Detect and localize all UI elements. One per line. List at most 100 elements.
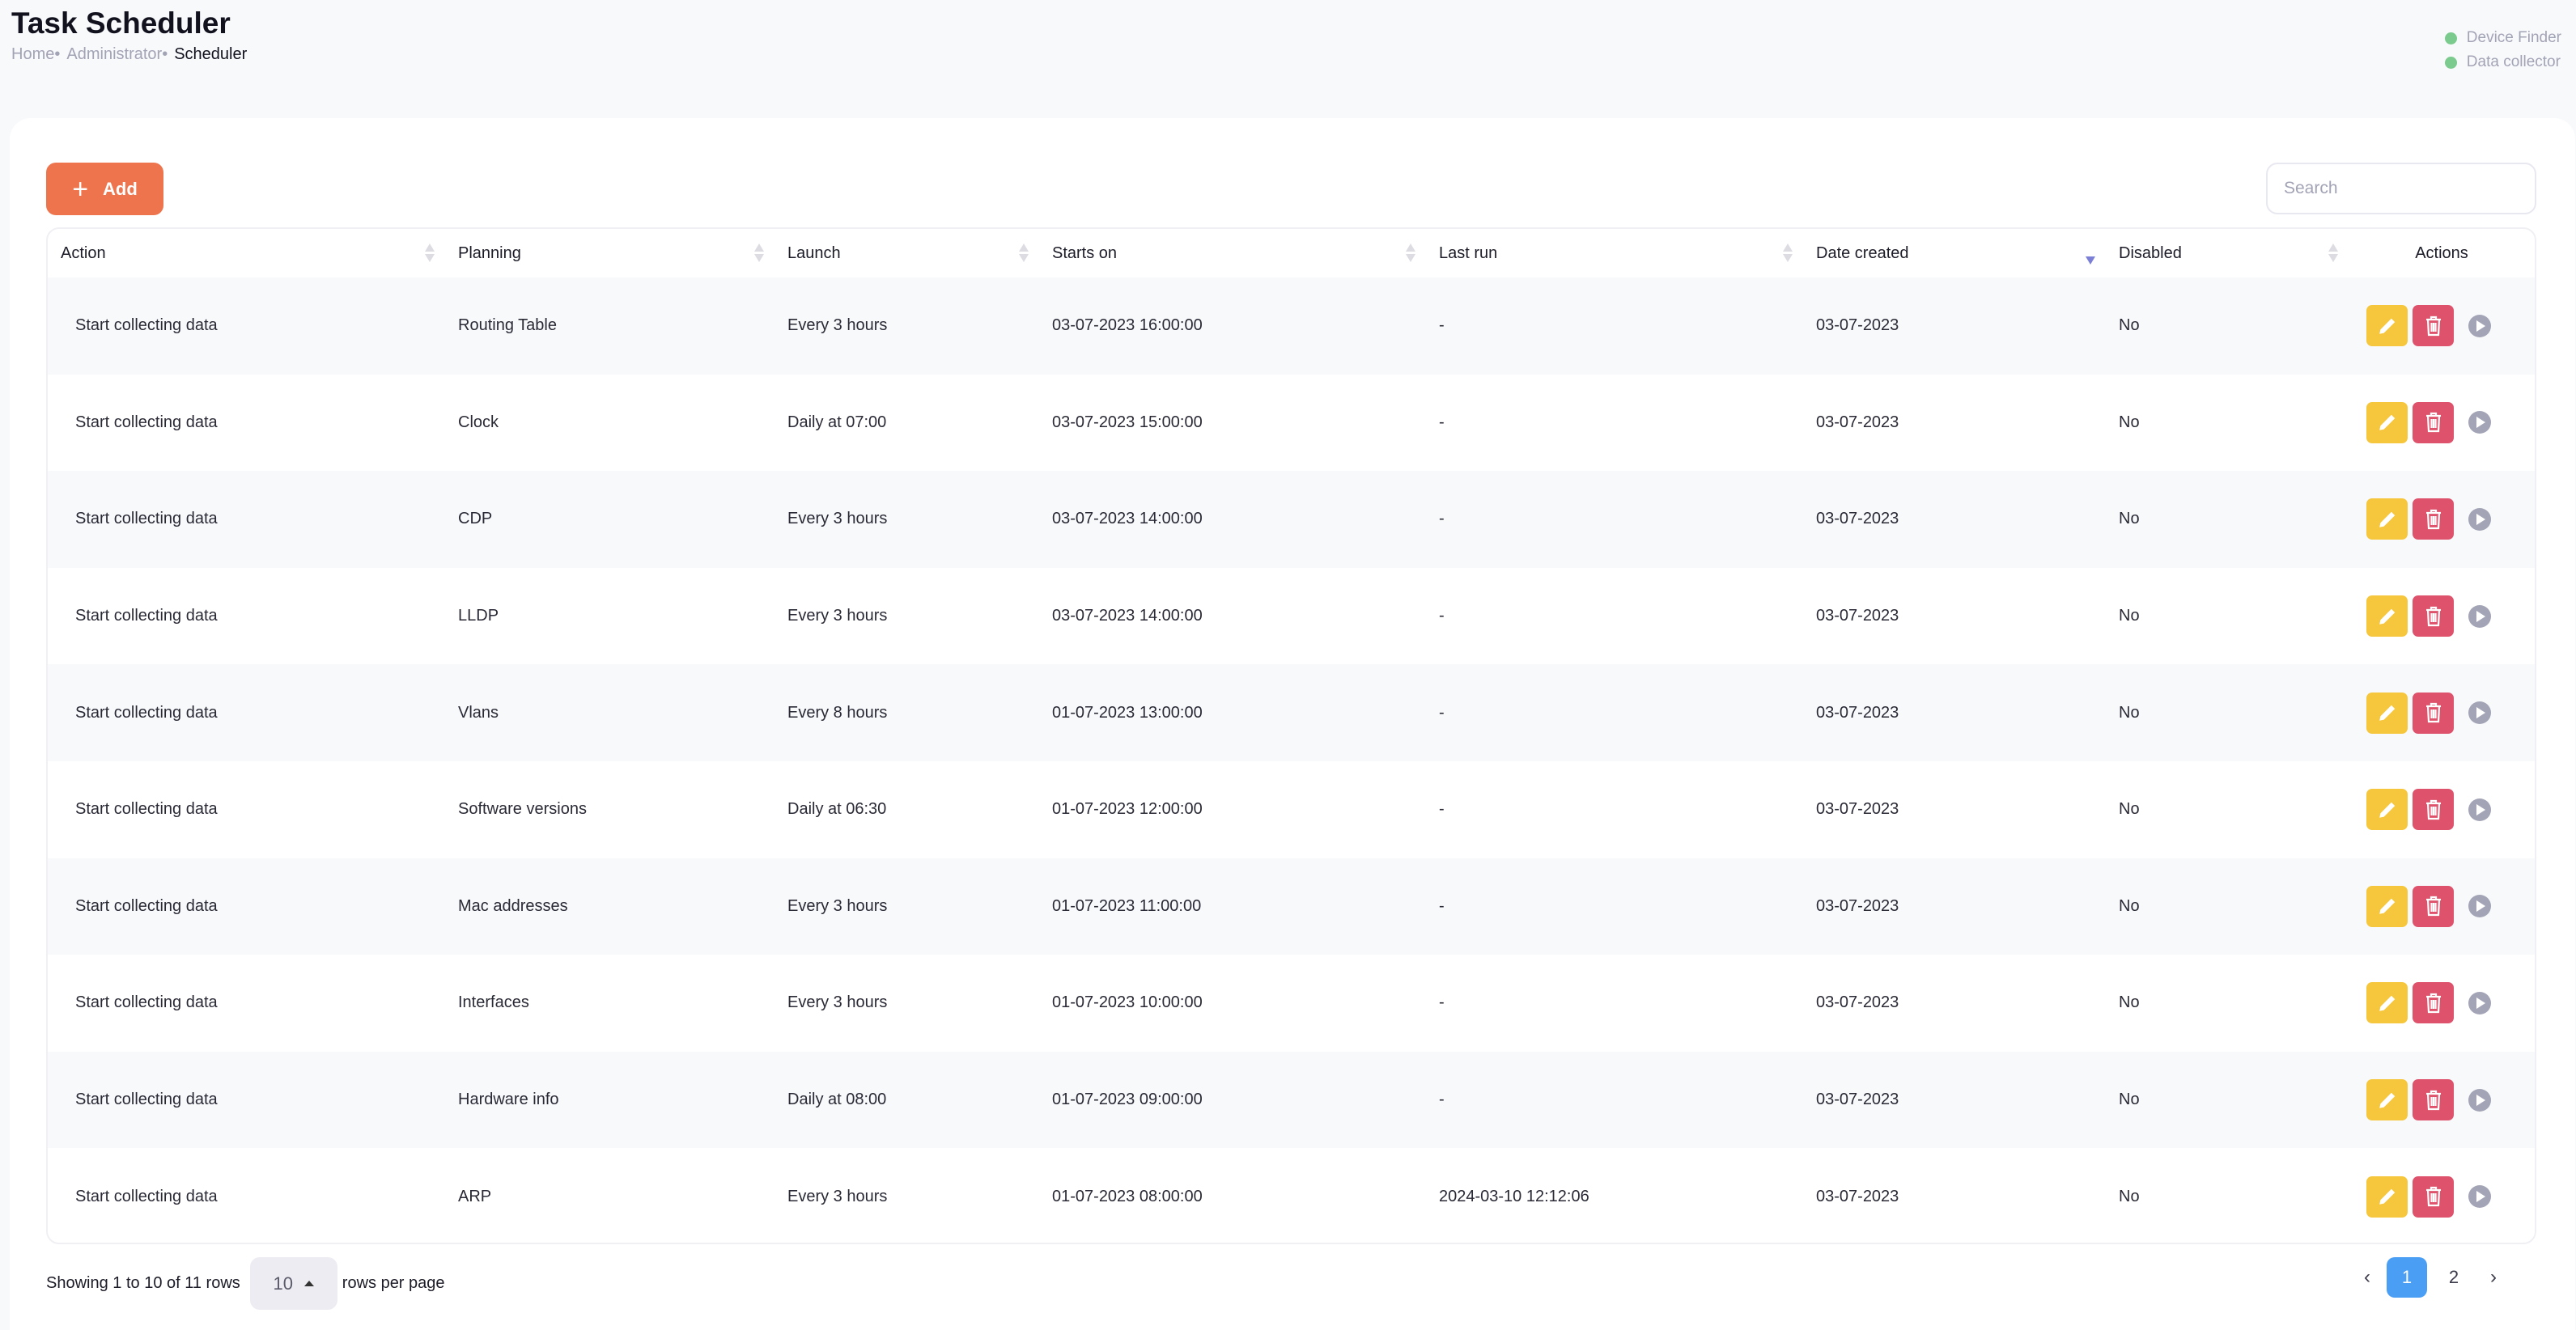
sort-desc-icon[interactable] (2085, 244, 2096, 265)
sort-icon[interactable] (424, 244, 435, 265)
edit-button[interactable] (2366, 885, 2408, 927)
edit-button[interactable] (2366, 1079, 2408, 1121)
edit-button[interactable] (2366, 401, 2408, 443)
run-now-button[interactable] (2468, 507, 2491, 531)
edit-button[interactable] (2366, 982, 2408, 1024)
edit-button[interactable] (2366, 595, 2408, 637)
cell-action: Start collecting data (75, 413, 218, 431)
cell-launch: Daily at 07:00 (787, 413, 887, 431)
prev-page-button[interactable]: ‹ (2351, 1266, 2383, 1289)
next-page-button[interactable]: › (2477, 1266, 2510, 1289)
column-header-date-created[interactable]: Date created (1803, 229, 2106, 277)
row-actions (2362, 401, 2535, 443)
cell-last-run: - (1439, 896, 1445, 915)
cell-planning: Vlans (458, 703, 499, 722)
run-now-button[interactable] (2468, 411, 2491, 434)
run-now-button[interactable] (2468, 604, 2491, 628)
edit-button[interactable] (2366, 1175, 2408, 1218)
delete-button[interactable] (2413, 401, 2454, 443)
cell-starts-on: 01-07-2023 09:00:00 (1052, 1091, 1203, 1109)
cell-disabled: No (2119, 510, 2140, 528)
cell-disabled: No (2119, 800, 2140, 819)
cell-date-created: 03-07-2023 (1816, 510, 1899, 528)
cell-starts-on: 01-07-2023 08:00:00 (1052, 1187, 1203, 1205)
run-now-button[interactable] (2468, 1088, 2491, 1112)
cell-last-run: - (1439, 510, 1445, 528)
edit-button[interactable] (2366, 305, 2408, 347)
delete-button[interactable] (2413, 885, 2454, 927)
service-data-collector: Data collector (2444, 50, 2561, 74)
pagination: ‹ 1 2 › (2351, 1257, 2510, 1298)
run-now-button[interactable] (2468, 798, 2491, 821)
cell-disabled: No (2119, 316, 2140, 335)
cell-starts-on: 03-07-2023 16:00:00 (1052, 316, 1203, 335)
table-row: Start collecting data Vlans Every 8 hours 0… (48, 664, 2535, 761)
cell-action: Start collecting data (75, 316, 218, 335)
cell-date-created: 03-07-2023 (1816, 703, 1899, 722)
edit-button[interactable] (2366, 498, 2408, 540)
breadcrumb-administrator[interactable]: Administrator• (66, 45, 168, 64)
run-now-button[interactable] (2468, 1185, 2491, 1209)
add-button[interactable]: + Add (46, 163, 163, 215)
cell-last-run: - (1439, 316, 1445, 335)
cell-action: Start collecting data (75, 993, 218, 1012)
sort-icon[interactable] (2328, 244, 2339, 265)
column-header-launch[interactable]: Launch (774, 229, 1039, 277)
column-header-last-run[interactable]: Last run (1426, 229, 1803, 277)
delete-button[interactable] (2413, 595, 2454, 637)
cell-starts-on: 03-07-2023 15:00:00 (1052, 413, 1203, 431)
run-now-button[interactable] (2468, 895, 2491, 918)
delete-button[interactable] (2413, 1079, 2454, 1121)
cell-disabled: No (2119, 993, 2140, 1012)
cell-launch: Every 3 hours (787, 993, 888, 1012)
row-actions (2362, 692, 2535, 734)
cell-disabled: No (2119, 1187, 2140, 1205)
cell-actions (2349, 1052, 2535, 1149)
delete-button[interactable] (2413, 498, 2454, 540)
page-size-select[interactable]: 10 (249, 1257, 337, 1310)
trash-icon (2425, 1090, 2441, 1110)
edit-button[interactable] (2366, 789, 2408, 831)
caret-up-icon (304, 1281, 315, 1286)
cell-planning: Mac addresses (458, 896, 568, 915)
sort-icon[interactable] (753, 244, 765, 265)
search-input[interactable] (2266, 163, 2536, 214)
trash-icon (2425, 703, 2441, 723)
table-row: Start collecting data CDP Every 3 hours 03-… (48, 471, 2535, 568)
cell-disabled: No (2119, 896, 2140, 915)
page-1-button[interactable]: 1 (2387, 1257, 2427, 1298)
edit-button[interactable] (2366, 692, 2408, 734)
sort-icon[interactable] (1018, 244, 1029, 265)
column-header-starts-on[interactable]: Starts on (1039, 229, 1426, 277)
cell-disabled: No (2119, 607, 2140, 625)
table-row: Start collecting data ARP Every 3 hours 01-… (48, 1148, 2535, 1243)
cell-actions (2349, 761, 2535, 858)
delete-button[interactable] (2413, 305, 2454, 347)
sort-icon[interactable] (1782, 244, 1793, 265)
column-header-action[interactable]: Action (48, 229, 445, 277)
delete-button[interactable] (2413, 789, 2454, 831)
page-title: Task Scheduler (11, 6, 231, 40)
cell-disabled: No (2119, 703, 2140, 722)
sort-icon[interactable] (1405, 244, 1416, 265)
run-now-button[interactable] (2468, 991, 2491, 1014)
page-2-button[interactable]: 2 (2434, 1257, 2474, 1298)
column-header-disabled[interactable]: Disabled (2106, 229, 2349, 277)
run-now-button[interactable] (2468, 701, 2491, 725)
column-header-planning[interactable]: Planning (445, 229, 774, 277)
delete-button[interactable] (2413, 1175, 2454, 1218)
row-actions (2362, 1175, 2535, 1218)
cell-planning: CDP (458, 510, 493, 528)
trash-icon (2425, 993, 2441, 1014)
cell-launch: Every 3 hours (787, 510, 888, 528)
cell-starts-on: 03-07-2023 14:00:00 (1052, 510, 1203, 528)
pencil-icon (2379, 511, 2395, 527)
plus-icon: + (72, 173, 89, 205)
cell-planning: Hardware info (458, 1091, 559, 1109)
pencil-icon (2379, 899, 2395, 915)
delete-button[interactable] (2413, 982, 2454, 1024)
breadcrumb-home[interactable]: Home• (11, 45, 60, 64)
run-now-button[interactable] (2468, 314, 2491, 337)
trash-icon (2425, 509, 2441, 530)
delete-button[interactable] (2413, 692, 2454, 734)
